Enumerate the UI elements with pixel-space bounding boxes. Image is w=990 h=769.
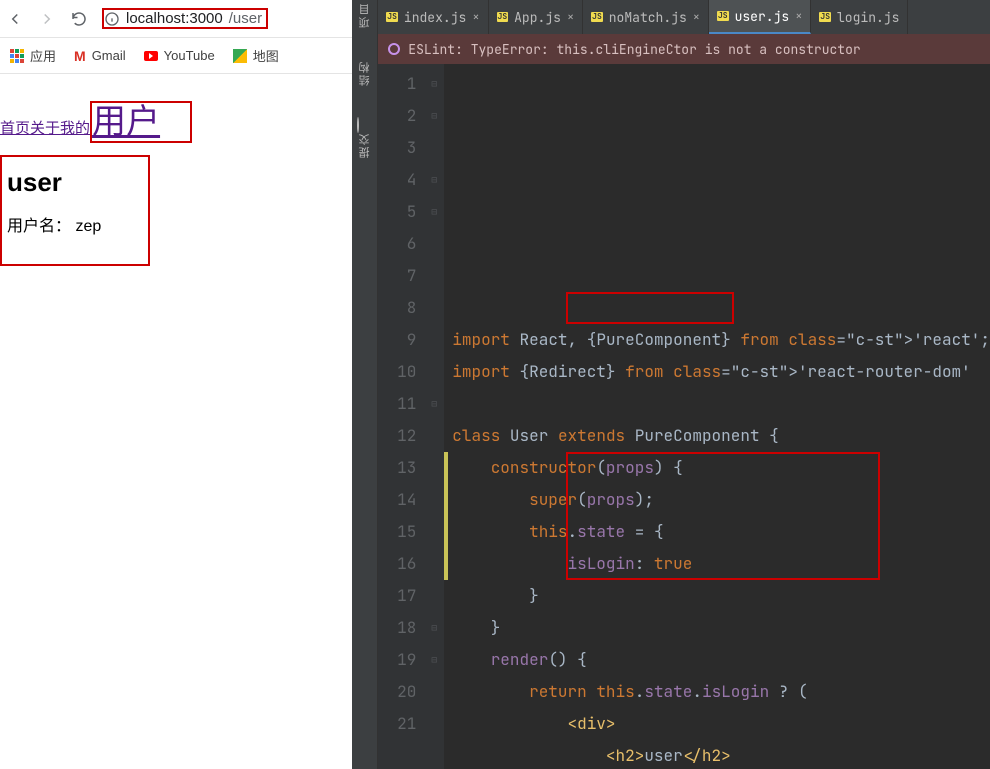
tab-nomatch[interactable]: JSnoMatch.js× [583,0,709,34]
tab-app[interactable]: JSApp.js× [489,0,584,34]
rail-project[interactable]: 项目 [357,2,373,32]
tab-login[interactable]: JSlogin.js [811,0,908,34]
nav-links: 首页关于我的用户 [0,94,352,143]
link-user[interactable]: 用户 [90,101,192,143]
url-host: localhost:3000 [126,10,223,27]
rail-commit[interactable]: 提交 [357,118,373,162]
close-icon[interactable]: × [567,9,574,25]
rail-structure[interactable]: 结构 [357,60,373,90]
bookmarks-bar: 应用 M Gmail YouTube 地图 [0,38,352,74]
apps-bookmark[interactable]: 应用 [10,46,56,65]
gmail-bookmark[interactable]: M Gmail [74,48,126,64]
username-line: 用户名： zep [7,212,140,236]
apps-label: 应用 [30,46,56,65]
error-text: ESLint: TypeError: this.cliEngineCtor is… [408,41,860,58]
maps-icon [233,49,247,63]
maps-label: 地图 [253,46,279,65]
url-path: /user [229,10,262,27]
link-home[interactable]: 首页 [0,120,30,137]
gmail-label: Gmail [92,48,126,63]
editor-tabs: JSindex.js× JSApp.js× JSnoMatch.js× JSus… [378,0,990,34]
back-icon[interactable] [6,10,24,28]
forward-icon[interactable] [38,10,56,28]
ide-pane: 项目 结构 提交 JSindex.js× JSApp.js× JSnoMatch… [352,0,990,769]
browser-pane: localhost:3000/user 应用 M Gmail YouTube 地… [0,0,352,769]
page-content: 首页关于我的用户 user 用户名： zep [0,74,352,266]
tab-user[interactable]: JSuser.js× [709,0,811,34]
youtube-bookmark[interactable]: YouTube [144,48,215,63]
fold-gutter: ⊟⊟⊟⊟⊟⊟⊟ [424,64,444,769]
rendered-output: user 用户名： zep [0,155,150,266]
editor-column: JSindex.js× JSApp.js× JSnoMatch.js× JSus… [378,0,990,769]
close-icon[interactable]: × [472,9,479,25]
eslint-icon [388,43,400,55]
change-marker [444,452,448,580]
annotation-box [566,292,734,324]
line-numbers: 123456789101112131415161718192021 [378,64,424,769]
link-mine[interactable]: 我的 [60,120,90,137]
link-about[interactable]: 关于 [30,120,60,137]
error-bar[interactable]: ESLint: TypeError: this.cliEngineCtor is… [378,34,990,64]
user-heading: user [7,167,140,198]
maps-bookmark[interactable]: 地图 [233,46,279,65]
browser-navbar: localhost:3000/user [0,0,352,38]
close-icon[interactable]: × [693,9,700,25]
info-icon [104,11,120,27]
apps-icon [10,49,24,63]
code-content[interactable]: ↑ import React, {PureComponent} from cla… [444,64,990,769]
gmail-icon: M [74,48,86,64]
close-icon[interactable]: × [795,8,802,24]
reload-icon[interactable] [70,10,88,28]
tool-rail: 项目 结构 提交 [352,0,378,769]
address-bar[interactable]: localhost:3000/user [102,8,268,29]
code-area[interactable]: 123456789101112131415161718192021 ⊟⊟⊟⊟⊟⊟… [378,64,990,769]
youtube-label: YouTube [164,48,215,63]
tab-index[interactable]: JSindex.js× [378,0,488,34]
youtube-icon [144,51,158,61]
